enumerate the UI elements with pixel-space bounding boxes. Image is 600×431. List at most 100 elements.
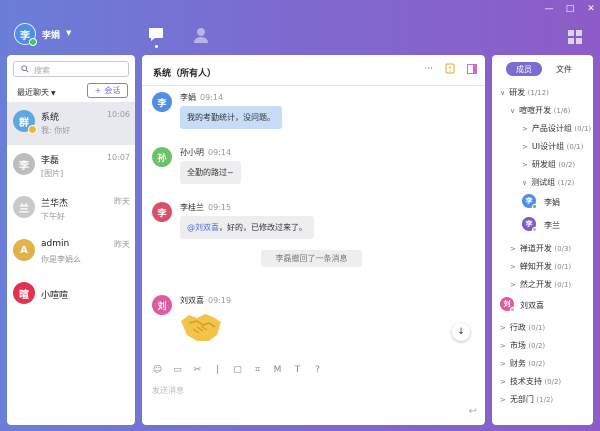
conversation-preview: 我: 你好	[41, 126, 71, 135]
group-label: 禅道开发	[519, 244, 552, 253]
conversation-item[interactable]: 兰 兰华杰 下午好 昨天	[7, 188, 135, 231]
group-count: (0/1)	[574, 125, 592, 133]
active-nav-indicator	[155, 45, 158, 48]
contacts-nav-icon[interactable]	[193, 27, 209, 43]
search-input[interactable]: 搜索	[13, 61, 129, 77]
group-count: (0/2)	[544, 378, 562, 386]
tree-group-rd[interactable]: ∨ 研发 (1/12)	[500, 87, 549, 98]
handshake-emoji[interactable]	[179, 309, 223, 345]
avatar[interactable]: 刘	[500, 297, 515, 312]
my-name[interactable]: 李娟	[42, 28, 60, 41]
apps-grid-icon[interactable]	[568, 30, 582, 44]
code-icon[interactable]: ⌗	[252, 365, 263, 375]
avatar[interactable]: 李	[522, 194, 537, 209]
conversation-item[interactable]: 暄 小喧喧	[7, 274, 135, 317]
tree-group-support[interactable]: > 技术支持 (0/2)	[500, 376, 561, 387]
group-label: UI设计组	[531, 142, 565, 151]
chevron-down-icon[interactable]: ▼	[66, 29, 71, 37]
conversation-name: 兰华杰	[41, 199, 69, 209]
chevron-right-icon: >	[500, 360, 506, 368]
conversation-time: 昨天	[114, 240, 130, 249]
group-label: 喧喧开发	[519, 106, 552, 115]
sidebar-toggle-icon[interactable]	[467, 63, 477, 74]
tab-files[interactable]: 文件	[546, 62, 582, 76]
maximize-button[interactable]: □	[563, 4, 577, 14]
input-toolbar: ☺ ▭ ✂ | ▢ ⌗ M T ?	[152, 365, 323, 375]
scroll-to-bottom-button[interactable]: ↓	[452, 323, 470, 341]
conversation-name: 系统	[41, 113, 60, 123]
markdown-icon[interactable]: M	[272, 365, 283, 375]
group-count: (1/6)	[553, 107, 571, 115]
conversation-item[interactable]: 群 系统 我: 你好 10:06	[7, 102, 135, 145]
group-count: (0/2)	[528, 360, 546, 368]
avatar-text: 李	[19, 160, 29, 172]
recall-notice: 李磊撤回了一条消息	[261, 250, 362, 267]
conversation-preview: 你是李娟么	[41, 255, 81, 264]
folder-icon[interactable]: ▢	[232, 365, 243, 375]
avatar-text: 李	[157, 98, 167, 109]
close-button[interactable]: ✕	[584, 4, 598, 14]
recent-chats-dropdown[interactable]: 最近聊天 ▼	[17, 87, 56, 98]
avatar[interactable]: 李	[522, 217, 537, 232]
image-icon[interactable]: ▭	[172, 365, 183, 375]
message-bubble[interactable]: 我的考勤统计，没问题。	[180, 106, 282, 129]
conversation-list-panel: 搜索 最近聊天 ▼ + 会话 群 系统 我: 你好 10:06 李 李磊 [图片] …	[7, 55, 135, 425]
tree-group-product[interactable]: > 产品设计组 (0/1)	[522, 123, 591, 134]
my-avatar[interactable]: 李	[14, 23, 37, 46]
chevron-right-icon: >	[500, 396, 506, 404]
tree-group-dev[interactable]: > 研发组 (0/2)	[522, 159, 575, 170]
emoji-icon[interactable]: ☺	[152, 365, 163, 375]
tree-group-admin[interactable]: > 行政 (0/1)	[500, 322, 545, 333]
avatar[interactable]: 刘	[152, 295, 172, 315]
avatar[interactable]: 李	[152, 202, 172, 222]
sender-name: 刘双喜	[180, 296, 204, 305]
tree-group-zentao[interactable]: > 禅道开发 (0/3)	[510, 243, 571, 254]
tree-group-test[interactable]: ∨ 测试组 (1/2)	[522, 177, 574, 188]
avatar: 群	[13, 110, 37, 134]
conversation-item[interactable]: A admin 你是李娟么 昨天	[7, 231, 135, 274]
chat-title: 系统（所有人）	[153, 69, 217, 79]
tree-group-ui[interactable]: > UI设计组 (0/1)	[522, 141, 583, 152]
member-liushuangxi[interactable]: 刘双喜	[520, 300, 544, 311]
avatar[interactable]: 李	[152, 92, 172, 112]
tab-members[interactable]: 成员	[506, 62, 542, 76]
notice-icon[interactable]	[445, 63, 455, 74]
mention-link[interactable]: @刘双喜	[187, 223, 219, 232]
tree-group-finance[interactable]: > 财务 (0/2)	[500, 358, 545, 369]
minimize-button[interactable]: —	[542, 4, 556, 14]
conversation-preview: 下午好	[41, 212, 65, 221]
message-sender: 孙小明 09:14	[180, 147, 231, 158]
avatar: 李	[13, 153, 35, 175]
group-label: 财务	[509, 359, 526, 368]
member-lijuan[interactable]: 李娟	[544, 197, 560, 208]
screenshot-icon[interactable]: ✂	[192, 365, 203, 375]
sender-name: 孙小明	[180, 148, 204, 157]
tree-group-market[interactable]: > 市场 (0/2)	[500, 340, 545, 351]
message-input[interactable]: 发送消息	[152, 385, 184, 396]
send-icon[interactable]: ↩	[469, 406, 477, 417]
sender-name: 李娟	[180, 93, 196, 102]
conversation-time: 10:07	[106, 153, 130, 162]
chat-nav-icon[interactable]	[148, 27, 164, 41]
message-bubble[interactable]: 全勤的路过~	[180, 161, 241, 184]
message-sender: 刘双喜 09:19	[180, 295, 231, 306]
message-bubble[interactable]: @刘双喜，好的，已修改过来了。	[180, 216, 314, 239]
tree-group-none[interactable]: > 无部门 (1/2)	[500, 394, 553, 405]
group-count: (1/2)	[536, 396, 554, 404]
text-format-icon[interactable]: T	[292, 365, 303, 375]
tree-group-ranzhi[interactable]: > 然之开发 (0/1)	[510, 279, 571, 290]
conversation-name: 小喧喧	[41, 291, 69, 301]
help-icon[interactable]: ?	[312, 365, 323, 375]
search-icon	[21, 65, 29, 73]
avatar[interactable]: 孙	[152, 147, 172, 167]
new-chat-button[interactable]: + 会话	[87, 83, 128, 98]
star-badge-icon	[28, 125, 37, 134]
toolbar-separator: |	[215, 365, 220, 375]
member-lilan[interactable]: 李兰	[544, 220, 560, 231]
header-divider	[142, 85, 485, 86]
tree-group-xuanxuan[interactable]: ∨ 喧喧开发 (1/6)	[510, 105, 570, 116]
conversation-item[interactable]: 李 李磊 [图片] 10:07	[7, 145, 135, 188]
more-options-icon[interactable]: ···	[424, 64, 433, 74]
plus-icon: +	[94, 86, 102, 95]
tree-group-chanzhi[interactable]: > 蝉知开发 (0/1)	[510, 261, 571, 272]
